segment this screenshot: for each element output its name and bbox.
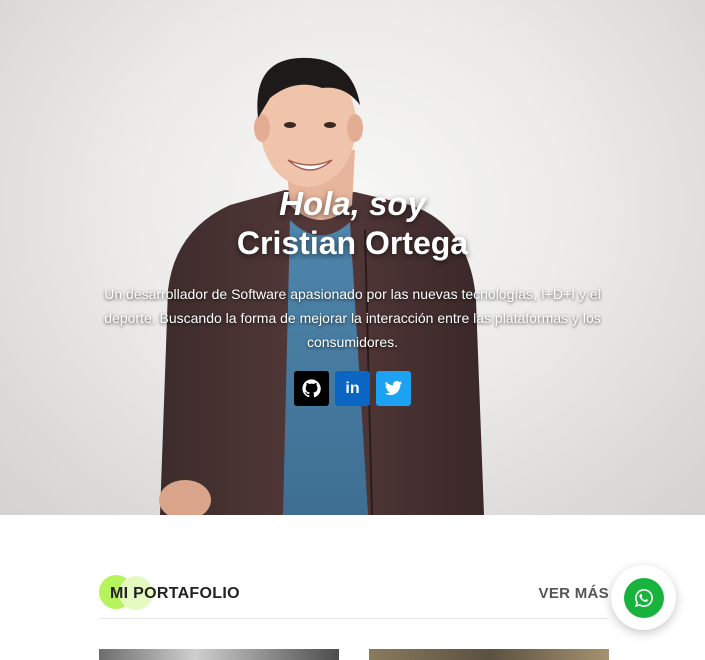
github-icon bbox=[302, 379, 321, 398]
github-button[interactable] bbox=[294, 371, 329, 406]
linkedin-button[interactable]: in bbox=[335, 371, 370, 406]
linkedin-icon: in bbox=[345, 379, 360, 397]
hero-description: Un desarrollador de Software apasionado … bbox=[104, 286, 601, 350]
see-more-link[interactable]: VER MÁS bbox=[539, 585, 609, 602]
hero-section: Hola, soy Cristian Ortega Un desarrollad… bbox=[0, 0, 705, 515]
portfolio-header: MI PORTAFOLIO VER MÁS bbox=[99, 575, 609, 619]
hero-content: Hola, soy Cristian Ortega Un desarrollad… bbox=[0, 186, 705, 406]
portfolio-card-thumbnail[interactable] bbox=[369, 649, 609, 660]
social-links: in bbox=[0, 371, 705, 406]
hero-greeting: Hola, soy bbox=[279, 185, 426, 222]
portfolio-card-thumbnail[interactable] bbox=[99, 649, 339, 660]
whatsapp-icon bbox=[634, 588, 653, 607]
twitter-icon bbox=[384, 380, 403, 396]
twitter-button[interactable] bbox=[376, 371, 411, 406]
hero-name: Cristian Ortega bbox=[236, 225, 469, 261]
whatsapp-float-button[interactable] bbox=[611, 565, 676, 630]
portfolio-title: MI PORTAFOLIO bbox=[110, 585, 240, 602]
whatsapp-badge bbox=[623, 577, 664, 618]
